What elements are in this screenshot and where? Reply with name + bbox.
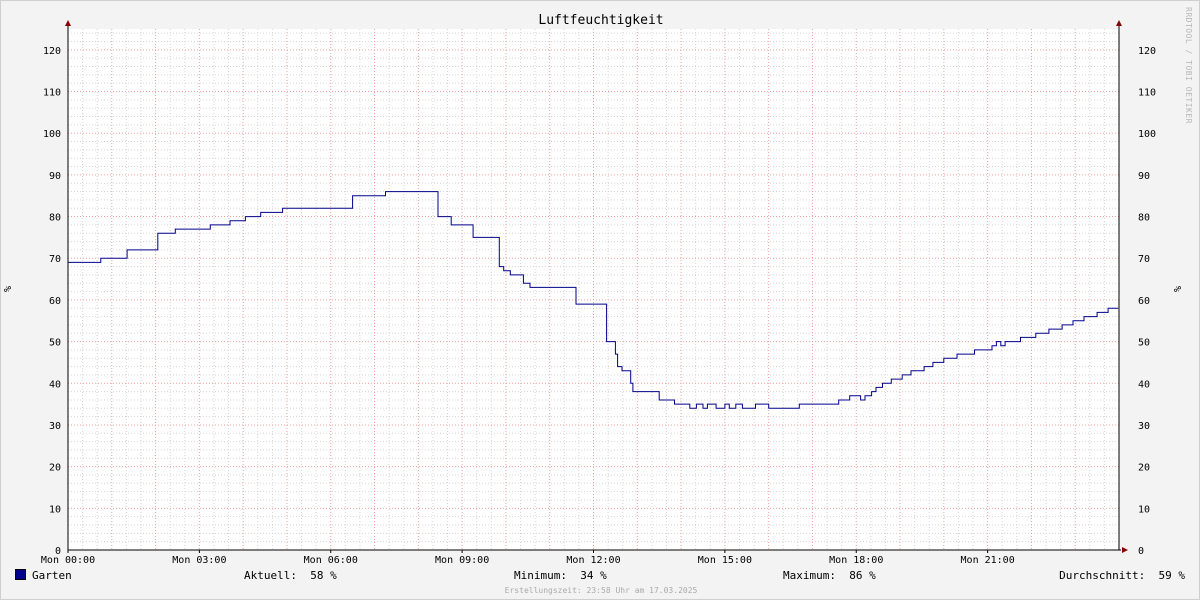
y-tick-label-left: 20 [49, 463, 61, 474]
x-tick-label: Mon 00:00 [41, 555, 95, 566]
legend-series: Garten [15, 569, 72, 582]
legend-maximum: Maximum: 86 % [783, 569, 876, 582]
creation-time: Erstellungszeit: 23:58 Uhr am 17.03.2025 [504, 586, 698, 595]
y-axis-label-right: % [1173, 286, 1184, 292]
legend-swatch [15, 569, 26, 580]
plot-area: 0 010 1020 2030 3040 4050 5060 6070 7080 8090 9010… [41, 20, 1156, 566]
legend-average: Durchschnitt: 59 % [1059, 569, 1185, 582]
legend-current: Aktuell: 58 % [244, 569, 337, 582]
y-tick-label-left: 100 [43, 129, 61, 140]
x-axis-arrow [1122, 547, 1128, 553]
y-tick-label-left: 110 [43, 88, 61, 99]
legend-series-name: Garten [32, 569, 72, 582]
x-tick-label: Mon 06:00 [304, 555, 358, 566]
y-tick-label-right: 70 [1138, 254, 1150, 265]
x-tick-label: Mon 12:00 [566, 555, 620, 566]
y-tick-label-left: 80 [49, 213, 61, 224]
current-label: Aktuell: [244, 569, 297, 582]
y-tick-label-right: 80 [1138, 213, 1150, 224]
y-tick-label-left: 70 [49, 254, 61, 265]
y-tick-label-right: 120 [1138, 46, 1156, 57]
y-tick-label-left: 30 [49, 421, 61, 432]
max-label: Maximum: [783, 569, 836, 582]
x-tick-label: Mon 09:00 [435, 555, 489, 566]
y-tick-label-right: 30 [1138, 421, 1150, 432]
y-tick-label-left: 10 [49, 504, 61, 515]
y-tick-label-left: 60 [49, 296, 61, 307]
legend: Garten Aktuell: 58 % Minimum: 34 % Maxim… [1, 569, 1200, 585]
y-tick-label-right: 0 [1138, 546, 1144, 557]
avg-label: Durchschnitt: [1059, 569, 1146, 582]
y-tick-label-right: 50 [1138, 338, 1150, 349]
y-tick-label-right: 110 [1138, 88, 1156, 99]
y-tick-label-left: 90 [49, 171, 61, 182]
y-tick-label-right: 100 [1138, 129, 1156, 140]
max-value: 86 % [849, 569, 876, 582]
y-tick-label-right: 60 [1138, 296, 1150, 307]
x-tick-label: Mon 15:00 [698, 555, 752, 566]
y-tick-label-right: 20 [1138, 463, 1150, 474]
y-tick-label-left: 40 [49, 379, 61, 390]
current-value: 58 % [310, 569, 337, 582]
y-axis-arrow-right [1116, 20, 1122, 26]
x-tick-label: Mon 18:00 [829, 555, 883, 566]
y-axis-arrow-left [65, 20, 71, 26]
x-tick-label: Mon 03:00 [172, 555, 226, 566]
legend-minimum: Minimum: 34 % [514, 569, 607, 582]
chart-frame: RRDTOOL / TOBI OETIKER Luftfeuchtigkeit … [0, 0, 1200, 600]
y-tick-label-right: 40 [1138, 379, 1150, 390]
chart-title: Luftfeuchtigkeit [538, 13, 663, 28]
y-tick-label-left: 120 [43, 46, 61, 57]
x-tick-label: Mon 21:00 [961, 555, 1015, 566]
y-tick-label-right: 90 [1138, 171, 1150, 182]
y-tick-label-left: 50 [49, 338, 61, 349]
y-axis-label-left: % [3, 286, 14, 292]
humidity-chart: Luftfeuchtigkeit % % 0 010 1020 2030 3040 405… [3, 13, 1184, 566]
avg-value: 59 % [1158, 569, 1186, 582]
min-value: 34 % [580, 569, 607, 582]
y-tick-label-right: 10 [1138, 504, 1150, 515]
min-label: Minimum: [514, 569, 567, 582]
